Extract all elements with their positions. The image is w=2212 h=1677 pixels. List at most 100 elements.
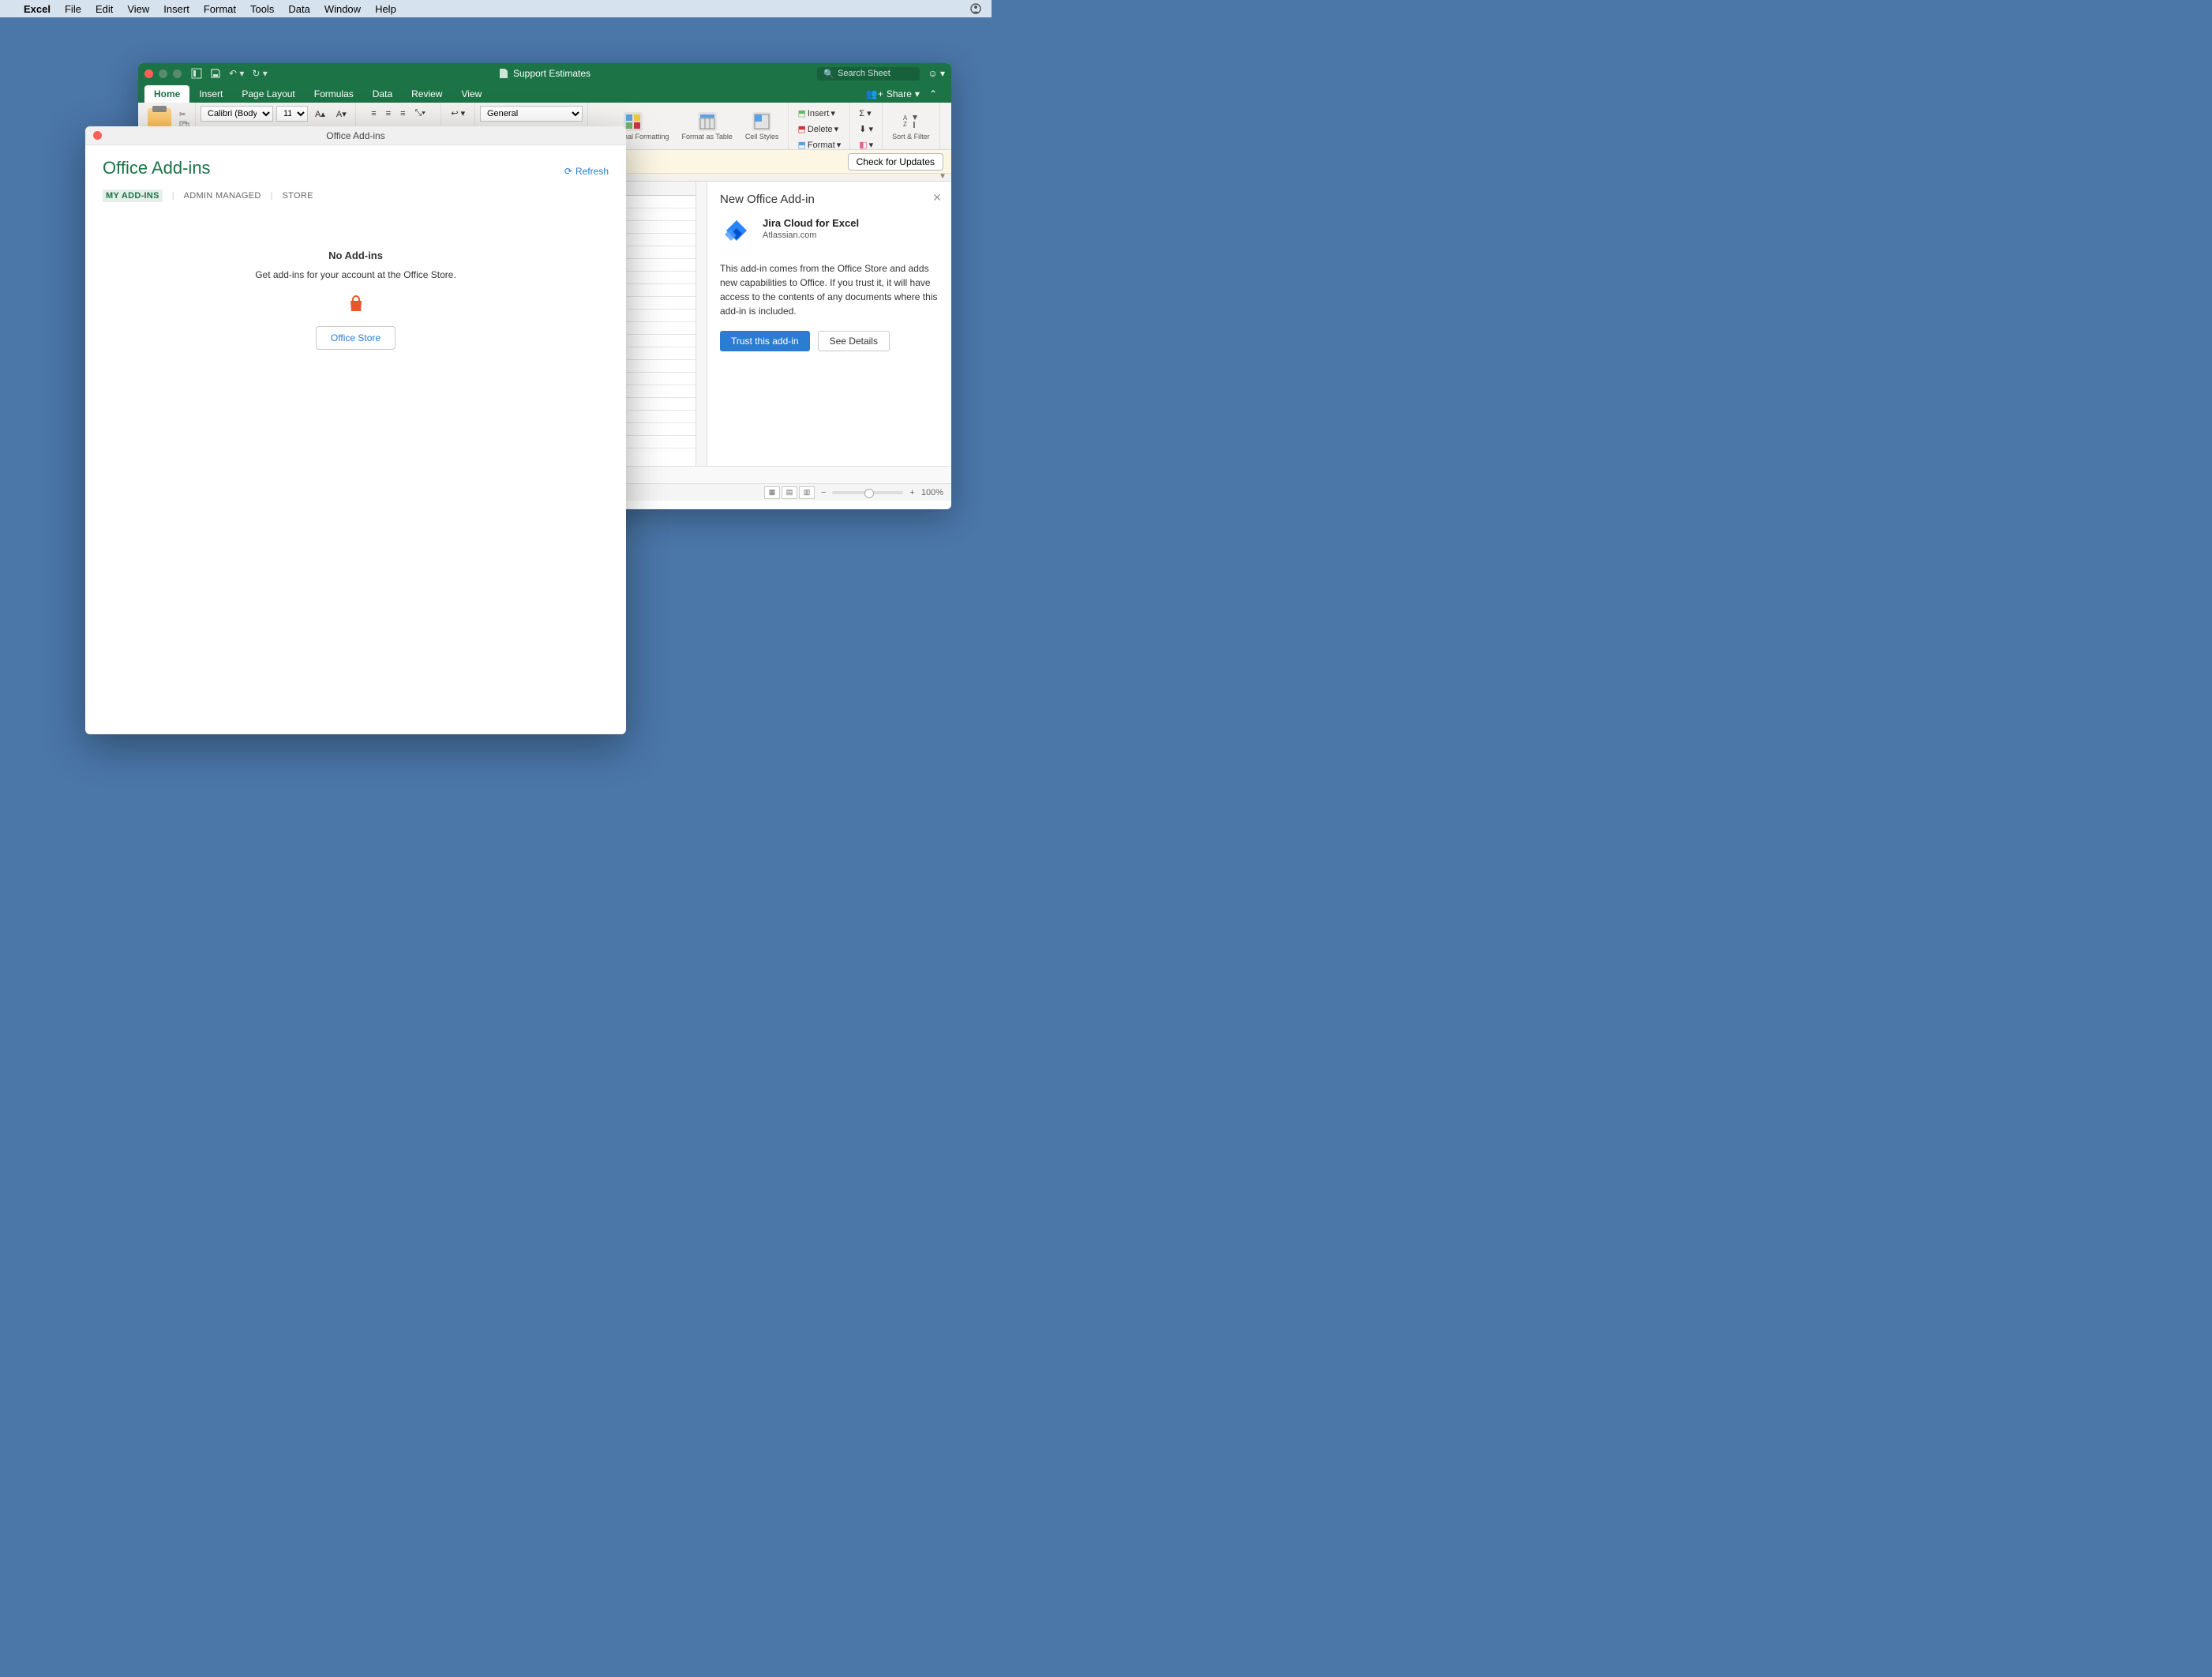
check-for-updates-button[interactable]: Check for Updates: [848, 153, 943, 171]
insert-icon: ⬒: [797, 108, 805, 118]
delete-icon: ⬒: [797, 124, 805, 134]
collapse-ribbon-icon[interactable]: ⌃: [929, 88, 937, 99]
tab-view[interactable]: View: [452, 85, 491, 103]
menu-data[interactable]: Data: [288, 3, 309, 15]
document-title: Support Estimates: [513, 68, 590, 79]
eraser-icon: ◧: [859, 140, 867, 150]
align-middle-icon[interactable]: ≡: [382, 106, 395, 121]
window-close-button[interactable]: [144, 69, 153, 78]
number-format-select[interactable]: General: [480, 106, 583, 122]
insert-cells-button[interactable]: ⬒ Insert ▾: [793, 106, 838, 121]
sort-filter-label: Sort & Filter: [892, 133, 930, 141]
page-layout-view-icon[interactable]: ▤: [782, 486, 797, 499]
zoom-slider[interactable]: [832, 491, 903, 494]
office-addins-dialog: Office Add-ins Office Add-ins ⟳ Refresh …: [85, 126, 626, 734]
fill-button[interactable]: ⬇ ▾: [855, 122, 877, 137]
decrease-font-icon[interactable]: A▾: [332, 106, 351, 122]
tab-data[interactable]: Data: [363, 85, 402, 103]
orientation-icon[interactable]: ⤡▾: [411, 106, 429, 121]
font-name-select[interactable]: Calibri (Body): [201, 106, 273, 122]
menu-insert[interactable]: Insert: [163, 3, 189, 15]
tab-insert[interactable]: Insert: [189, 85, 232, 103]
font-size-select[interactable]: 11: [276, 106, 308, 122]
tab-formulas[interactable]: Formulas: [305, 85, 363, 103]
delete-cells-button[interactable]: ⬒ Delete ▾: [793, 122, 842, 137]
redo-icon[interactable]: ↻ ▾: [252, 68, 267, 79]
svg-text:Z: Z: [903, 121, 907, 128]
normal-view-icon[interactable]: ▦: [764, 486, 780, 499]
chevron-down-icon: ▾: [915, 88, 920, 99]
autosave-icon[interactable]: [191, 68, 202, 79]
trust-addin-button[interactable]: Trust this add-in: [720, 331, 810, 351]
app-name[interactable]: Excel: [24, 3, 51, 15]
tab-separator: |: [271, 191, 273, 201]
sidepanel-title: New Office Add-in: [720, 193, 939, 206]
wrap-text-icon[interactable]: ↩ ▾: [447, 106, 469, 121]
cell-styles-icon: [752, 112, 771, 131]
office-store-button[interactable]: Office Store: [316, 326, 396, 350]
align-top-icon[interactable]: ≡: [367, 106, 380, 121]
menu-file[interactable]: File: [65, 3, 81, 15]
format-as-table-label: Format as Table: [682, 133, 733, 141]
see-details-button[interactable]: See Details: [818, 331, 890, 351]
sort-filter-button[interactable]: AZ Sort & Filter: [887, 111, 935, 142]
page-break-view-icon[interactable]: ▥: [799, 486, 815, 499]
format-cells-button[interactable]: ⬒ Format ▾: [793, 137, 845, 152]
shopping-bag-icon: [347, 295, 366, 313]
cell-styles-label: Cell Styles: [745, 133, 779, 141]
window-zoom-button[interactable]: [173, 69, 182, 78]
tab-store[interactable]: STORE: [283, 191, 313, 201]
menu-window[interactable]: Window: [324, 3, 361, 15]
tab-separator: |: [172, 191, 174, 201]
window-minimize-button[interactable]: [159, 69, 167, 78]
menu-format[interactable]: Format: [204, 3, 236, 15]
conditional-formatting-icon: [624, 112, 643, 131]
titlebar: ↶ ▾ ↻ ▾ Support Estimates 🔍 Search Sheet…: [138, 63, 951, 84]
format-as-table-button[interactable]: Format as Table: [677, 111, 737, 142]
undo-icon[interactable]: ↶ ▾: [229, 68, 244, 79]
refresh-label: Refresh: [575, 166, 609, 177]
format-icon: ⬒: [797, 140, 805, 150]
tab-page-layout[interactable]: Page Layout: [232, 85, 304, 103]
smiley-feedback-icon[interactable]: ☺ ▾: [928, 68, 945, 79]
vertical-scrollbar[interactable]: [695, 182, 707, 466]
new-addin-sidepanel: New Office Add-in ✕ Jira Cloud for Excel…: [707, 182, 951, 466]
dialog-heading: Office Add-ins: [103, 158, 609, 178]
share-label: Share: [887, 88, 912, 99]
autosum-button[interactable]: Σ ▾: [855, 106, 875, 121]
tab-admin-managed[interactable]: ADMIN MANAGED: [184, 191, 261, 201]
addin-publisher: Atlassian.com: [763, 231, 859, 240]
menu-help[interactable]: Help: [375, 3, 396, 15]
chevron-down-icon[interactable]: ▼: [939, 172, 947, 181]
menu-view[interactable]: View: [127, 3, 149, 15]
search-icon: 🔍: [823, 69, 834, 79]
menubar-status-icon[interactable]: [969, 2, 982, 15]
addin-name: Jira Cloud for Excel: [763, 217, 859, 229]
dialog-close-button[interactable]: [93, 131, 102, 140]
ribbon-tabbar: Home Insert Page Layout Formulas Data Re…: [138, 84, 951, 103]
cut-icon[interactable]: ✂: [179, 111, 190, 119]
close-icon[interactable]: ✕: [932, 191, 942, 204]
addin-description: This add-in comes from the Office Store …: [720, 261, 939, 318]
increase-font-icon[interactable]: A▴: [311, 106, 329, 122]
refresh-button[interactable]: ⟳ Refresh: [564, 166, 609, 177]
zoom-level[interactable]: 100%: [921, 488, 943, 497]
tab-home[interactable]: Home: [144, 85, 189, 103]
share-button[interactable]: 👥+ Share ▾ ⌃: [858, 85, 945, 103]
tab-my-addins[interactable]: MY ADD-INS: [103, 189, 163, 202]
menu-edit[interactable]: Edit: [96, 3, 113, 15]
menu-tools[interactable]: Tools: [250, 3, 274, 15]
refresh-icon: ⟳: [564, 166, 572, 177]
tab-review[interactable]: Review: [402, 85, 452, 103]
align-bottom-icon[interactable]: ≡: [396, 106, 409, 121]
cell-styles-button[interactable]: Cell Styles: [740, 111, 784, 142]
clear-button[interactable]: ◧ ▾: [855, 137, 877, 152]
mac-menubar: Excel File Edit View Insert Format Tools…: [0, 0, 992, 17]
save-icon[interactable]: [210, 68, 221, 79]
zoom-in-button[interactable]: +: [909, 488, 914, 497]
dialog-window-title: Office Add-ins: [326, 130, 384, 141]
share-icon: 👥+: [866, 88, 883, 99]
zoom-out-button[interactable]: −: [821, 488, 826, 497]
empty-state-title: No Add-ins: [103, 249, 609, 261]
search-sheet-input[interactable]: 🔍 Search Sheet: [817, 67, 920, 81]
